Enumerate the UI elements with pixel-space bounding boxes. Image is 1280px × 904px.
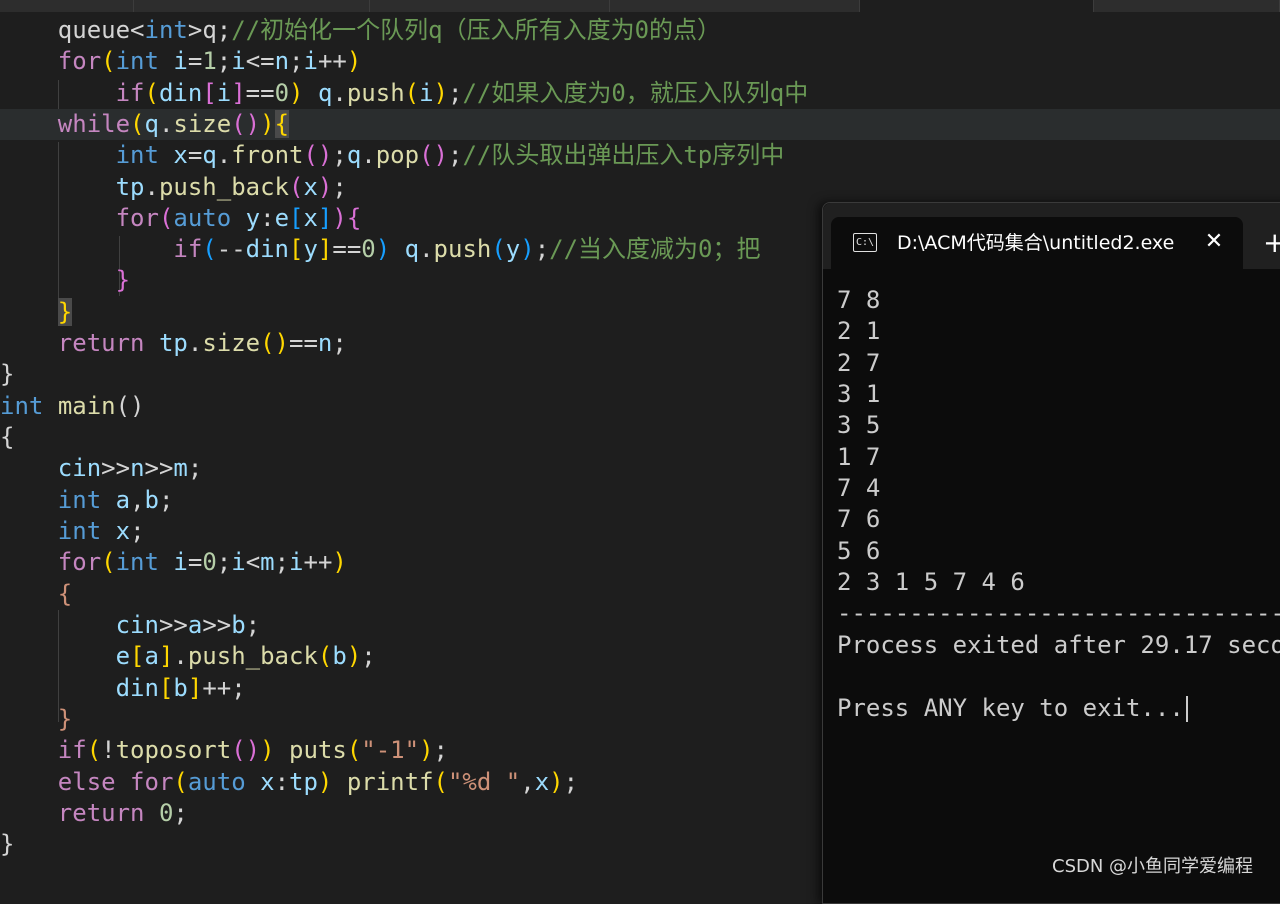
- console-line: 7 8: [837, 286, 881, 314]
- new-tab-button[interactable]: +: [1263, 223, 1280, 263]
- editor-tab[interactable]: [370, 0, 610, 12]
- code-line: cin>>a>>b;: [115, 611, 261, 639]
- console-line: 7 4: [837, 474, 881, 502]
- code-line: cin>>n>>m;: [57, 454, 203, 482]
- text-cursor: [1185, 696, 1188, 722]
- code-line: for(int i=0;i<m;i++): [57, 548, 347, 576]
- console-titlebar[interactable]: C:\ D:\ACM代码集合\untitled2.exe ✕ +: [823, 203, 1280, 269]
- console-prompt-line: Press ANY key to exit...: [837, 693, 1188, 724]
- editor-tab[interactable]: [134, 0, 370, 12]
- console-line: 2 1: [837, 317, 881, 345]
- code-line: tp.push_back(x);: [115, 173, 347, 201]
- console-line: 3 1: [837, 380, 881, 408]
- code-line: int x=q.front();q.pop();//队头取出弹出压入tp序列中: [115, 141, 785, 169]
- console-line: 1 7: [837, 443, 881, 471]
- code-line: }: [0, 360, 15, 388]
- code-line: int a,b;: [57, 486, 174, 514]
- console-window[interactable]: C:\ D:\ACM代码集合\untitled2.exe ✕ + 7 8 2 1…: [822, 202, 1280, 904]
- code-line: for(int i=1;i<=n;i++): [57, 47, 362, 75]
- console-output[interactable]: 7 8 2 1 2 7 3 1 3 5 1 7 7 4 7 6 5 6 2 3 …: [837, 285, 1280, 895]
- code-line: else for(auto x:tp) printf("%d ",x);: [57, 768, 579, 796]
- code-line: }: [0, 830, 15, 858]
- code-line: e[a].push_back(b);: [115, 642, 376, 670]
- console-line: 7 6: [837, 505, 881, 533]
- code-line: int main(): [0, 392, 145, 420]
- editor-tab[interactable]: [0, 0, 134, 12]
- code-line: if(!toposort()) puts("-1");: [57, 736, 448, 764]
- close-icon[interactable]: ✕: [1199, 227, 1229, 257]
- code-line: return tp.size()==n;: [57, 329, 347, 357]
- code-line: {: [0, 423, 15, 451]
- watermark: CSDN @小鱼同学爱编程: [1052, 856, 1254, 877]
- code-line: }: [57, 298, 73, 326]
- editor-tab-strip: [0, 0, 1280, 12]
- code-line: if(--din[y]==0) q.push(y);//当入度减为0；把: [173, 235, 761, 263]
- code-line: for(auto y:e[x]){: [115, 204, 362, 232]
- code-line: {: [57, 580, 73, 608]
- console-separator: --------------------------------: [837, 599, 1280, 627]
- code-line: int x;: [57, 517, 145, 545]
- console-line: 2 7: [837, 349, 881, 377]
- console-line: 2 3 1 5 7 4 6: [837, 568, 1025, 596]
- console-prompt: Press ANY key to exit...: [837, 694, 1184, 722]
- code-line: }: [57, 705, 73, 733]
- console-line: Process exited after 29.17 seconds with …: [837, 631, 1280, 659]
- console-tab[interactable]: C:\ D:\ACM代码集合\untitled2.exe ✕: [831, 217, 1243, 269]
- code-line: return 0;: [57, 799, 188, 827]
- console-title: D:\ACM代码集合\untitled2.exe: [897, 232, 1175, 254]
- console-app-icon: C:\: [853, 233, 877, 252]
- code-line-current: while(q.size()){: [0, 109, 1280, 140]
- code-line: queue<int>q;//初始化一个队列q（压入所有入度为0的点）: [57, 16, 722, 44]
- code-line: din[b]++;: [115, 674, 246, 702]
- console-line: 3 5: [837, 411, 881, 439]
- code-line: if(din[i]==0) q.push(i);//如果入度为0，就压入队列q中: [115, 79, 809, 107]
- code-line: }: [115, 266, 131, 294]
- editor-tab[interactable]: [1094, 0, 1280, 12]
- editor-tab-active[interactable]: [860, 0, 1094, 12]
- editor-tab[interactable]: [610, 0, 860, 12]
- console-line: 5 6: [837, 537, 881, 565]
